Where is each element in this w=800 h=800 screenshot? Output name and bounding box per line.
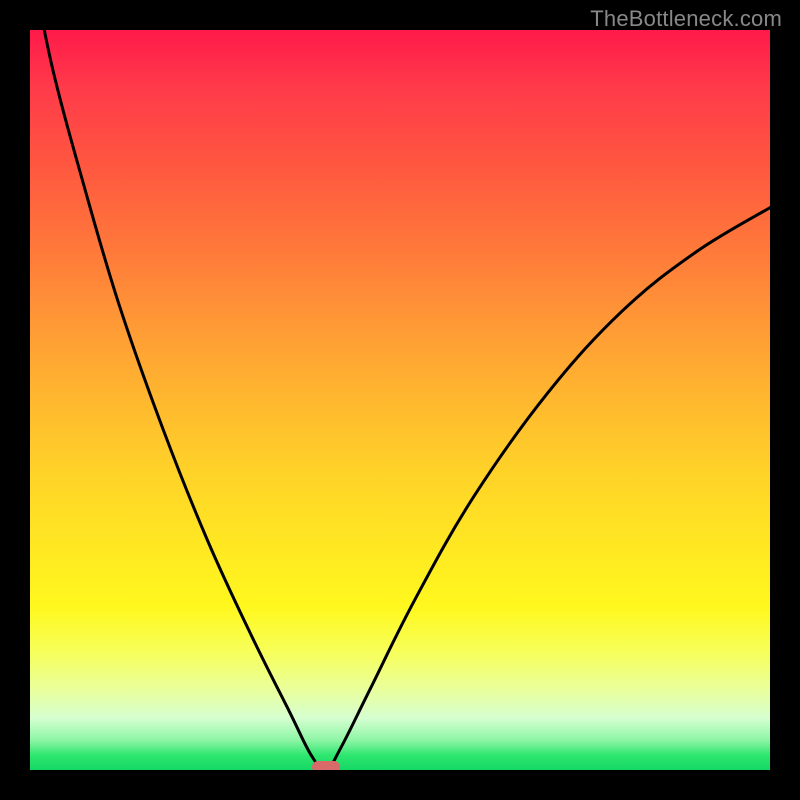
chart-frame: TheBottleneck.com	[0, 0, 800, 800]
plot-area	[30, 30, 770, 770]
bottleneck-curve	[30, 30, 770, 770]
minimum-marker	[312, 761, 340, 770]
watermark-text: TheBottleneck.com	[590, 6, 782, 32]
